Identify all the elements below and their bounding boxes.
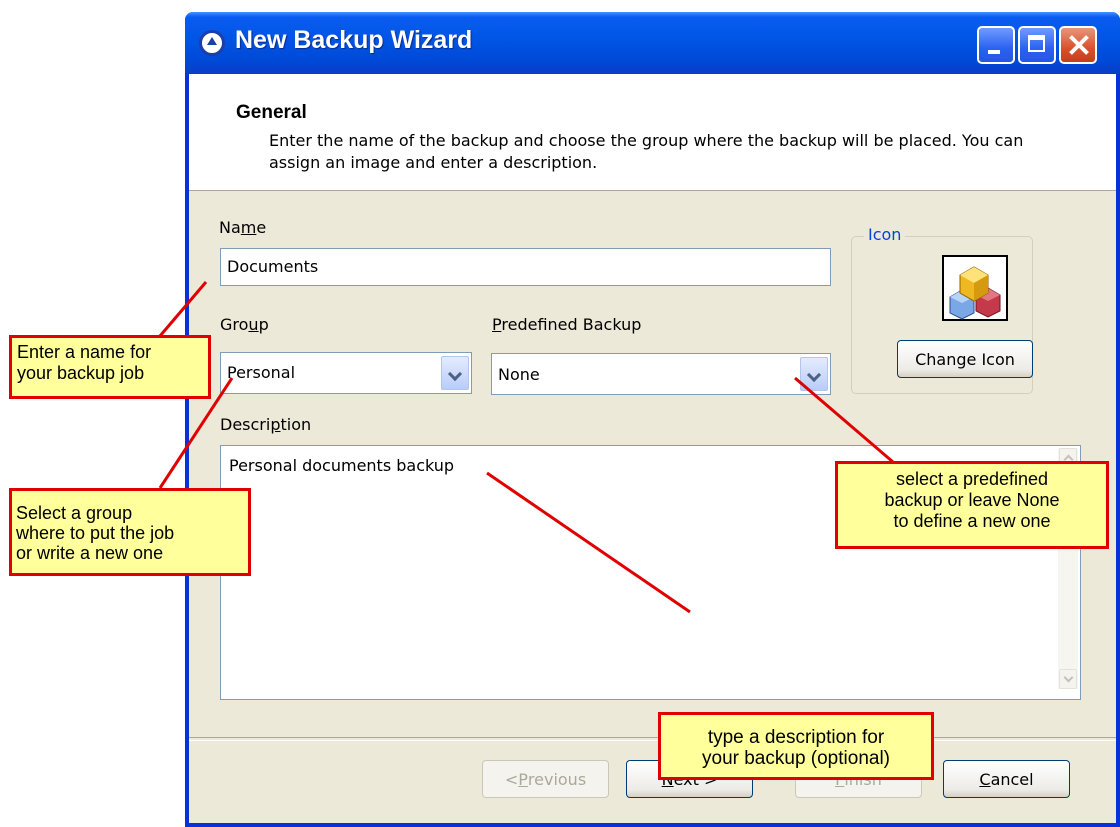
title-bar[interactable]: New Backup Wizard (185, 12, 1120, 74)
name-input[interactable]: Documents (220, 248, 831, 286)
icon-group-legend: Icon (864, 225, 906, 244)
predefined-backup-value: None (498, 365, 540, 384)
colored-cubes-icon (942, 255, 1008, 321)
name-label: Name (219, 218, 267, 237)
previous-button[interactable]: < Previous (482, 760, 609, 798)
group-callout: Select a group where to put the job or w… (9, 488, 251, 576)
maximize-button[interactable] (1018, 26, 1056, 64)
predefined-backup-combobox[interactable]: None (491, 353, 831, 395)
predefined-backup-label: Predefined Backup (492, 315, 642, 334)
description-callout-text: type a description for your backup (opti… (702, 727, 890, 769)
description-callout: type a description for your backup (opti… (658, 712, 934, 780)
predefined-callout-text: select a predefined backup or leave None… (884, 469, 1060, 531)
minimize-button[interactable] (977, 26, 1015, 64)
group-callout-text: Select a group where to put the job or w… (16, 503, 175, 563)
group-label: Group (220, 315, 269, 334)
chevron-down-icon[interactable] (441, 356, 469, 390)
window-title: New Backup Wizard (235, 26, 473, 54)
section-description: Enter the name of the backup and choose … (269, 131, 1024, 172)
cancel-button[interactable]: Cancel (943, 760, 1070, 798)
description-value: Personal documents backup (229, 456, 455, 475)
app-backup-icon (199, 30, 225, 56)
predefined-callout: select a predefined backup or leave None… (835, 461, 1109, 549)
section-title: General (236, 102, 307, 123)
name-callout: Enter a name for your backup job (9, 335, 211, 399)
description-label: Description (220, 415, 312, 434)
wizard-header: General Enter the name of the backup and… (189, 74, 1116, 191)
icon-groupbox: Icon Change Icon (851, 225, 1033, 394)
close-button[interactable] (1059, 26, 1097, 64)
scroll-down-icon[interactable] (1059, 669, 1077, 689)
chevron-down-icon[interactable] (800, 357, 828, 391)
footer-separator (189, 737, 1116, 741)
group-value: Personal (227, 363, 296, 382)
group-combobox[interactable]: Personal (220, 352, 472, 394)
name-callout-text: Enter a name for your backup job (17, 342, 152, 383)
change-icon-button[interactable]: Change Icon (897, 340, 1033, 378)
wizard-window: New Backup Wizard General Enter the name… (185, 12, 1120, 827)
